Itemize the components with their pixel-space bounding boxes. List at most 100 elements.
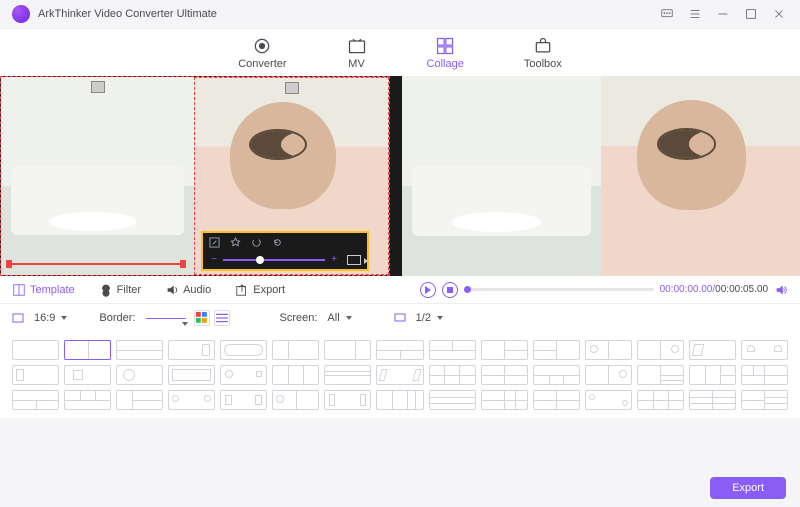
tab-mv[interactable]: MV — [347, 29, 367, 76]
main-tabs: Converter MV Collage Toolbox — [0, 28, 800, 76]
reset-icon[interactable] — [272, 237, 283, 248]
template-item[interactable] — [376, 340, 423, 360]
screen-group: Screen: All — [280, 310, 354, 326]
template-item[interactable] — [585, 340, 632, 360]
clip-toolbar: − + — [201, 231, 369, 271]
screen-label: Screen: — [280, 312, 318, 324]
template-item[interactable] — [12, 365, 59, 385]
template-item[interactable] — [324, 365, 371, 385]
template-item[interactable] — [64, 340, 111, 360]
template-item[interactable] — [324, 390, 371, 410]
close-icon[interactable] — [770, 5, 788, 23]
template-item[interactable] — [324, 340, 371, 360]
template-item[interactable] — [481, 365, 528, 385]
trim-marker[interactable] — [6, 263, 186, 265]
app-title: ArkThinker Video Converter Ultimate — [38, 8, 217, 20]
template-item[interactable] — [376, 365, 423, 385]
aspect-ratio-value: 16:9 — [28, 310, 69, 326]
volume-icon[interactable] — [774, 283, 788, 297]
template-item[interactable] — [533, 390, 580, 410]
subtab-filter-label: Filter — [117, 284, 141, 296]
template-item[interactable] — [481, 340, 528, 360]
preview-area: − + — [0, 76, 800, 276]
tab-converter[interactable]: Converter — [238, 29, 286, 76]
template-item[interactable] — [272, 365, 319, 385]
template-item[interactable] — [585, 390, 632, 410]
template-item[interactable] — [637, 390, 684, 410]
subtab-export-label: Export — [253, 284, 285, 296]
stop-button[interactable] — [442, 282, 458, 298]
template-item[interactable] — [116, 365, 163, 385]
template-item[interactable] — [64, 365, 111, 385]
template-item[interactable] — [12, 340, 59, 360]
minimize-icon[interactable] — [714, 5, 732, 23]
border-pattern-button[interactable] — [214, 310, 230, 326]
zoom-slider[interactable] — [223, 259, 325, 261]
star-icon[interactable] — [230, 237, 241, 248]
aspect-ratio-dropdown[interactable]: 16:9 — [12, 310, 69, 326]
template-item[interactable] — [429, 365, 476, 385]
template-grid — [0, 332, 800, 418]
subtab-export[interactable]: Export — [235, 283, 285, 297]
export-button[interactable]: Export — [710, 477, 786, 499]
template-item[interactable] — [64, 390, 111, 410]
template-item[interactable] — [429, 340, 476, 360]
template-item[interactable] — [689, 390, 736, 410]
time-display: 00:00:00.00/00:00:05.00 — [660, 284, 768, 295]
progress-bar[interactable] — [464, 288, 654, 291]
fit-mode-dropdown[interactable] — [347, 255, 361, 265]
template-item[interactable] — [116, 390, 163, 410]
collage-cell-1[interactable] — [1, 77, 194, 275]
template-item[interactable] — [741, 365, 788, 385]
zoom-out-button[interactable]: − — [209, 254, 219, 265]
tab-toolbox-label: Toolbox — [524, 58, 562, 70]
template-item[interactable] — [168, 390, 215, 410]
collage-editor[interactable]: − + — [0, 76, 390, 276]
rotate-icon[interactable] — [251, 237, 262, 248]
template-item[interactable] — [637, 365, 684, 385]
playback-controls: 00:00:00.00/00:00:05.00 — [420, 282, 788, 298]
template-item[interactable] — [429, 390, 476, 410]
subtab-audio-label: Audio — [183, 284, 211, 296]
preview-cell-right — [601, 76, 800, 276]
template-item[interactable] — [220, 390, 267, 410]
template-item[interactable] — [116, 340, 163, 360]
edit-icon[interactable] — [209, 237, 220, 248]
template-item[interactable] — [481, 390, 528, 410]
feedback-icon[interactable] — [658, 5, 676, 23]
template-item[interactable] — [585, 365, 632, 385]
template-item[interactable] — [741, 340, 788, 360]
subtab-audio[interactable]: Audio — [165, 283, 211, 297]
screen-dropdown[interactable]: All — [321, 310, 353, 326]
page-dropdown[interactable]: 1/2 — [410, 310, 445, 326]
template-item[interactable] — [533, 365, 580, 385]
template-item[interactable] — [741, 390, 788, 410]
zoom-in-button[interactable]: + — [329, 254, 339, 265]
template-item[interactable] — [689, 365, 736, 385]
template-item[interactable] — [12, 390, 59, 410]
template-item[interactable] — [168, 365, 215, 385]
template-item[interactable] — [376, 390, 423, 410]
template-item[interactable] — [220, 365, 267, 385]
template-item[interactable] — [168, 340, 215, 360]
window-controls — [658, 5, 788, 23]
tab-toolbox[interactable]: Toolbox — [524, 29, 562, 76]
border-group: Border: — [99, 310, 229, 326]
template-item[interactable] — [637, 340, 684, 360]
subtab-template[interactable]: Template — [12, 283, 75, 297]
play-button[interactable] — [420, 282, 436, 298]
subtab-filter[interactable]: Filter — [99, 283, 141, 297]
template-item[interactable] — [220, 340, 267, 360]
template-item[interactable] — [689, 340, 736, 360]
tab-mv-label: MV — [348, 58, 365, 70]
template-item[interactable] — [533, 340, 580, 360]
tab-collage[interactable]: Collage — [427, 29, 464, 76]
menu-icon[interactable] — [686, 5, 704, 23]
preview-cell-left — [402, 76, 601, 276]
template-item[interactable] — [272, 340, 319, 360]
template-item[interactable] — [272, 390, 319, 410]
border-color-button[interactable] — [194, 310, 210, 326]
border-style-dropdown[interactable] — [140, 316, 190, 321]
subtab-template-label: Template — [30, 284, 75, 296]
maximize-icon[interactable] — [742, 5, 760, 23]
